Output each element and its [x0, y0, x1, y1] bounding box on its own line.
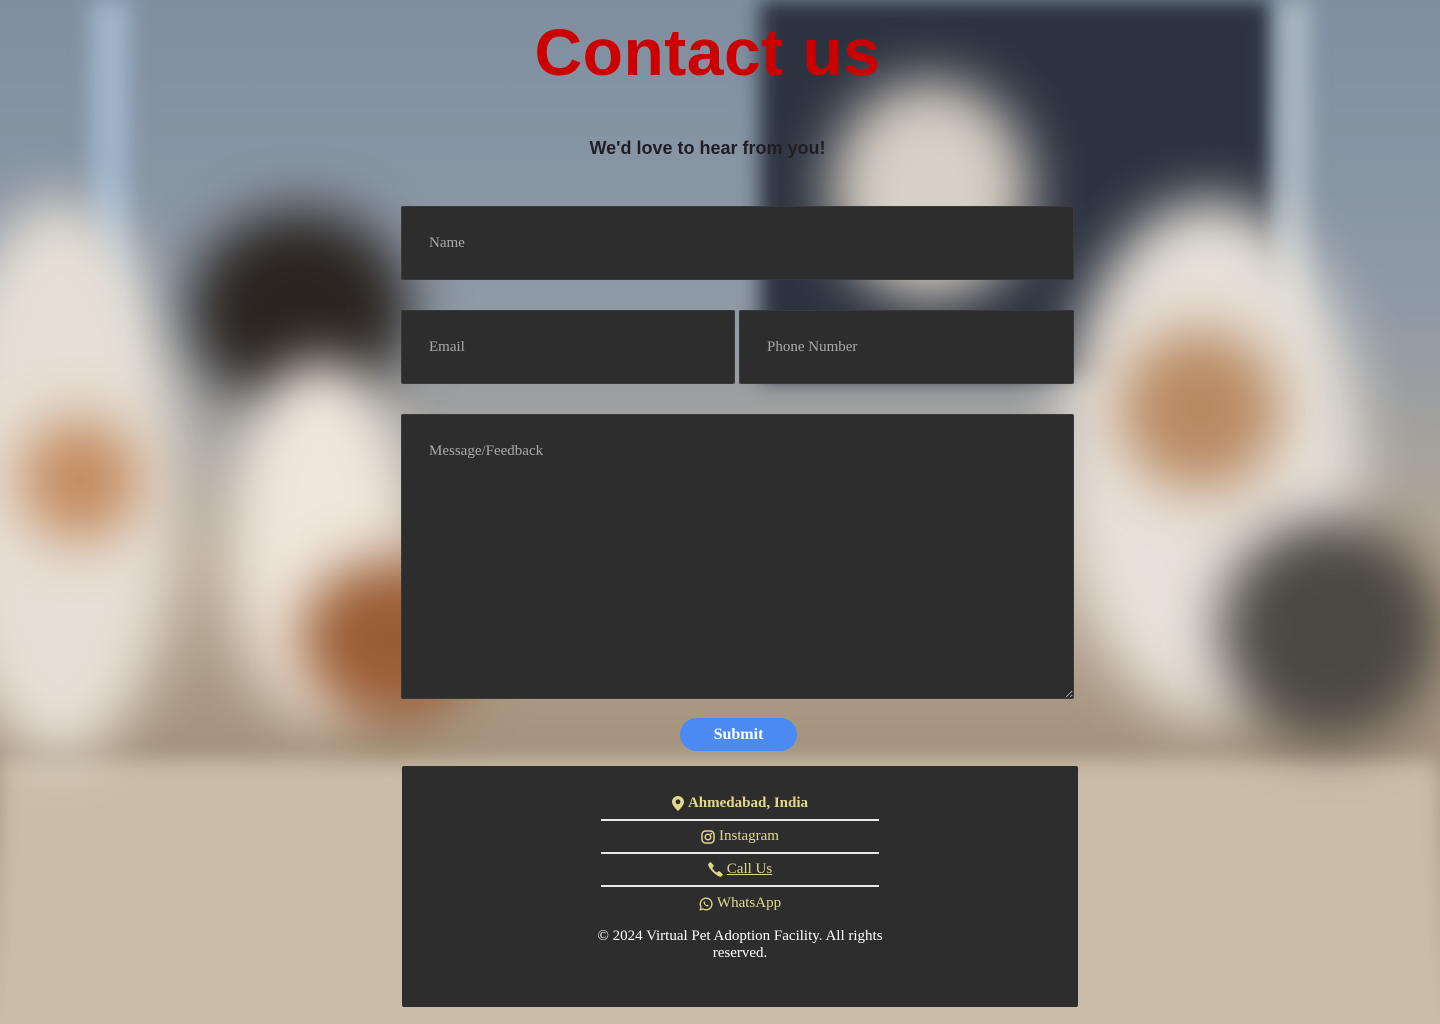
submit-button[interactable]: Submit — [680, 718, 797, 751]
instagram-label: Instagram — [719, 828, 779, 844]
footer: Ahmedabad, India Instagram Call Us Whats… — [402, 766, 1078, 1007]
phone-input[interactable] — [739, 310, 1074, 384]
email-input[interactable] — [401, 310, 735, 384]
call-us-link[interactable]: Call Us — [601, 854, 879, 887]
map-pin-icon — [671, 796, 684, 811]
footer-links: Ahmedabad, India Instagram Call Us Whats… — [601, 788, 879, 920]
whatsapp-link[interactable]: WhatsApp — [601, 887, 879, 920]
whatsapp-icon — [699, 897, 713, 911]
location-link[interactable]: Ahmedabad, India — [601, 788, 879, 821]
whatsapp-label: WhatsApp — [716, 895, 782, 911]
phone-icon — [707, 862, 723, 877]
copyright-text: © 2024 Virtual Pet Adoption Facility. Al… — [597, 928, 883, 961]
location-label: Ahmedabad, India — [687, 795, 809, 811]
page-subtitle: We'd love to hear from you! — [589, 138, 826, 158]
instagram-icon — [701, 829, 715, 844]
call-us-label: Call Us — [726, 861, 773, 877]
name-input[interactable] — [401, 206, 1074, 280]
message-textarea[interactable] — [401, 414, 1074, 699]
instagram-link[interactable]: Instagram — [601, 821, 879, 854]
page-title: Contact us — [534, 15, 881, 89]
